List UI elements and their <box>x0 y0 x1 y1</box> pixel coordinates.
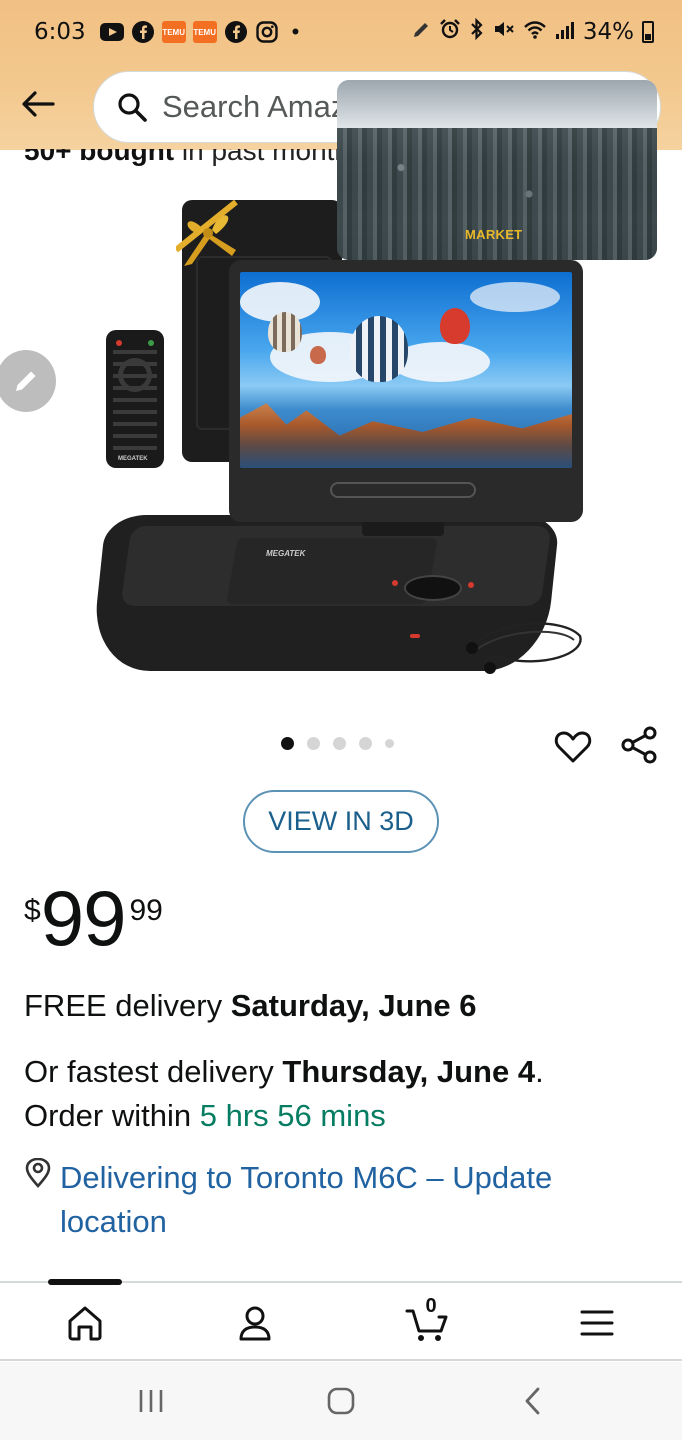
recent-apps-button[interactable] <box>131 1384 171 1418</box>
carousel-dot[interactable] <box>307 737 320 750</box>
home-button-icon <box>327 1387 355 1415</box>
cart-count: 0 <box>425 1295 437 1317</box>
temu-icon: TEMU <box>161 21 186 43</box>
hot-air-balloon <box>268 312 302 352</box>
carousel-dot[interactable] <box>385 739 394 748</box>
nav-home[interactable] <box>63 1301 107 1345</box>
device-brand: MEGATEK <box>266 549 306 558</box>
video-market-label: MARKET <box>465 227 523 242</box>
battery-icon <box>642 21 654 43</box>
price-currency: $ <box>24 894 41 927</box>
price: $ 99 99 <box>24 878 163 958</box>
view-in-3d-button[interactable]: VIEW IN 3D <box>243 790 439 853</box>
carousel-dot[interactable] <box>281 737 294 750</box>
free-delivery-text: FREE delivery Saturday, June 6 <box>24 988 477 1023</box>
hot-air-balloon <box>350 316 408 382</box>
disc-lid <box>226 538 438 604</box>
bottom-navigation: 0 <box>0 1279 682 1361</box>
instagram-icon <box>255 21 279 43</box>
more-notifications-dot: • <box>291 19 300 44</box>
pencil-icon <box>16 371 36 391</box>
fastest-delivery-text: Or fastest delivery Thursday, June 4. Ord… <box>24 1054 544 1133</box>
hot-air-balloon <box>440 308 470 344</box>
nav-cart[interactable]: 0 <box>405 1295 449 1345</box>
pen-icon <box>411 19 431 46</box>
carousel-indicator <box>281 737 394 750</box>
player-dpad <box>404 575 462 601</box>
wishlist-button[interactable] <box>553 727 593 767</box>
earphones-icon <box>466 622 582 674</box>
signal-icon <box>555 19 575 46</box>
back-arrow-icon <box>22 91 55 117</box>
active-tab-indicator <box>48 1279 122 1285</box>
carousel-dot[interactable] <box>359 737 372 750</box>
recents-icon <box>139 1390 163 1412</box>
back-button[interactable] <box>18 84 58 124</box>
facebook-icon <box>224 21 248 43</box>
system-back-button[interactable] <box>513 1384 553 1418</box>
nav-menu[interactable] <box>575 1301 619 1345</box>
landscape-rocks <box>240 403 572 468</box>
mute-icon <box>493 18 515 46</box>
back-nav-icon <box>525 1387 540 1415</box>
youtube-icon <box>99 21 124 43</box>
heart-icon <box>554 731 592 763</box>
system-navigation-bar <box>0 1362 682 1440</box>
hot-air-balloon <box>310 346 326 364</box>
remote-brand: MEGATEK <box>118 456 148 462</box>
carousel-dot[interactable] <box>333 737 346 750</box>
video-sky <box>337 80 657 128</box>
status-bar: 6:03 TEMU TEMU • 34% <box>0 0 682 64</box>
bluetooth-icon <box>469 17 485 46</box>
delivery-location[interactable]: Delivering to Toronto M6C – Update locat… <box>24 1156 654 1244</box>
facebook-icon <box>131 21 155 43</box>
player-screen <box>240 272 572 468</box>
status-right-icons: 34% <box>411 17 654 46</box>
notification-icons: TEMU TEMU • <box>99 19 300 45</box>
alarm-icon <box>439 18 461 46</box>
price-fraction: 99 <box>129 894 163 927</box>
update-location-link[interactable]: Delivering to Toronto M6C – Update locat… <box>60 1156 654 1244</box>
video-overlay[interactable]: MARKET <box>337 80 657 260</box>
search-icon <box>118 93 147 122</box>
home-icon <box>68 1306 102 1341</box>
battery-percent: 34% <box>582 19 634 45</box>
remote-control: MEGATEK <box>106 330 164 468</box>
order-countdown: 5 hrs 56 mins <box>199 1098 386 1133</box>
share-button[interactable] <box>620 725 660 765</box>
home-system-button[interactable] <box>321 1384 361 1418</box>
wifi-icon <box>523 19 547 46</box>
price-whole: 99 <box>40 874 127 962</box>
share-icon <box>621 726 657 764</box>
status-time: 6:03 <box>34 19 86 45</box>
location-pin-icon <box>25 1158 51 1188</box>
account-icon <box>239 1306 271 1341</box>
menu-icon <box>580 1310 614 1336</box>
screen-buttons <box>330 482 476 498</box>
temu-icon: TEMU <box>192 21 217 43</box>
nav-account[interactable] <box>233 1301 277 1345</box>
